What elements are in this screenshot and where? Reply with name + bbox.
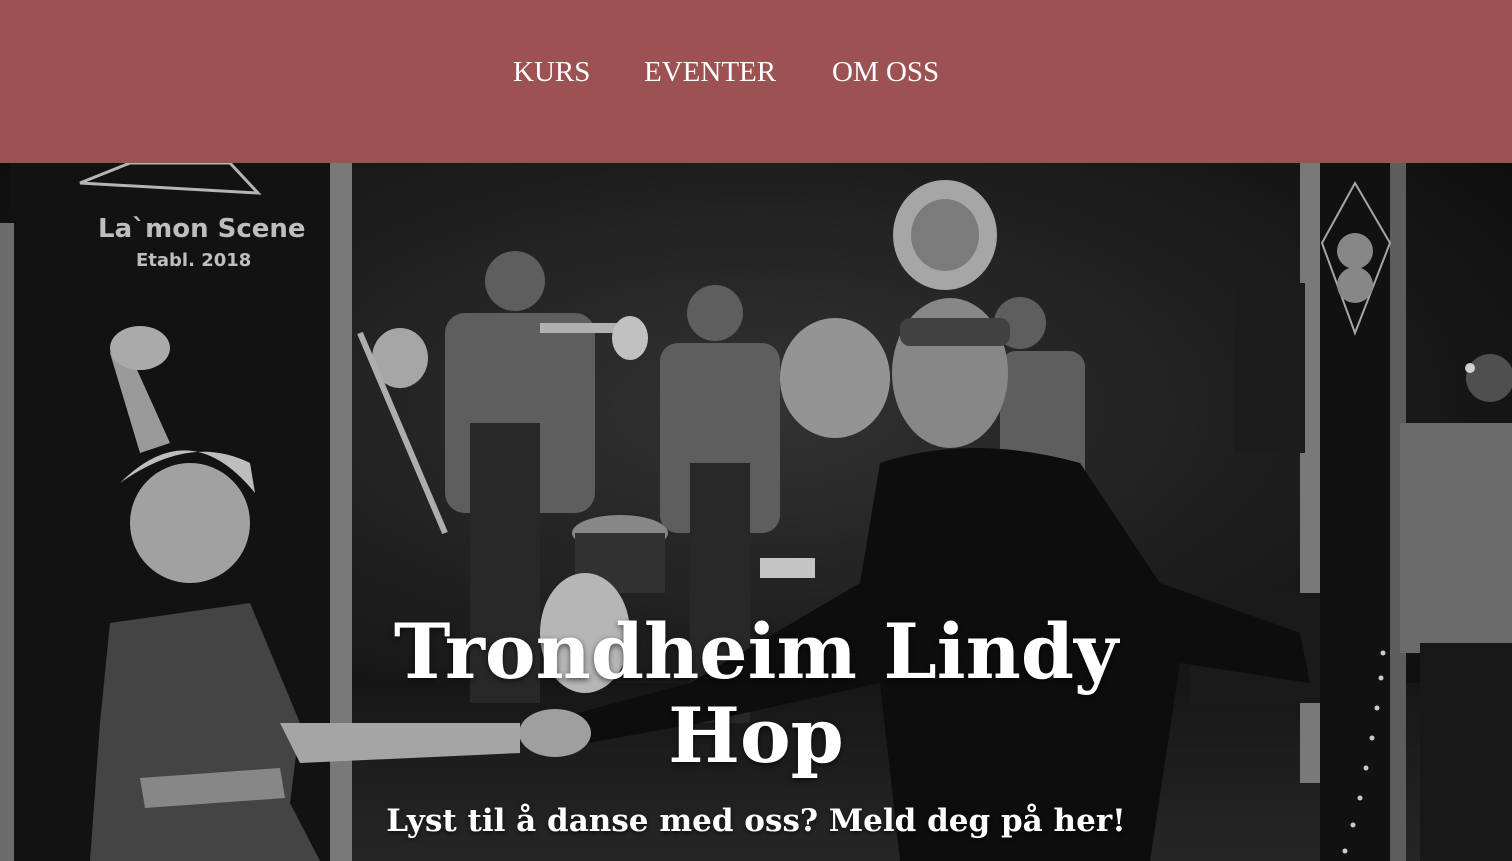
hero-subtitle-link[interactable]: Lyst til å danse med oss? Meld deg på he…	[256, 800, 1256, 842]
main-nav: KURS EVENTER OM OSS	[0, 52, 1512, 92]
site-header: KURS EVENTER OM OSS	[0, 0, 1512, 163]
nav-item-om-oss[interactable]: OM OSS	[832, 52, 939, 92]
hero-title: Trondheim Lindy Hop	[393, 607, 1119, 780]
nav-item-kurs[interactable]: KURS	[513, 52, 590, 92]
nav-item-eventer[interactable]: EVENTER	[644, 52, 776, 92]
